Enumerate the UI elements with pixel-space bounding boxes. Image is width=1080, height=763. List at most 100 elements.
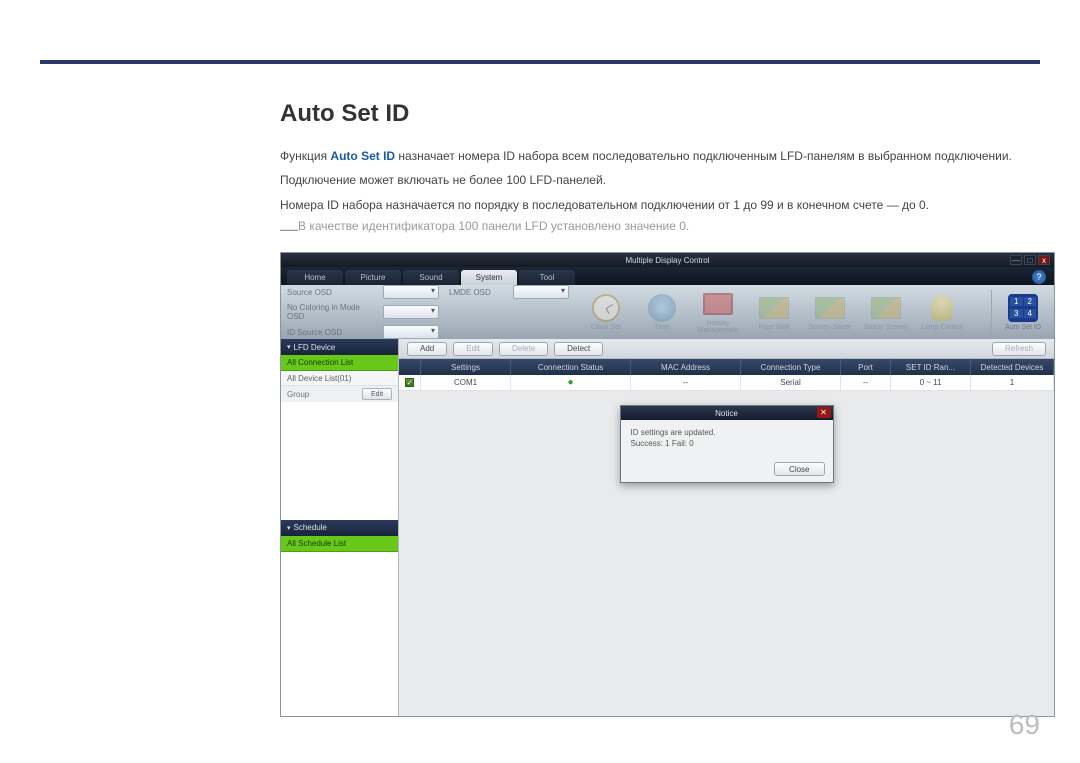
lamp-icon [931,295,953,321]
sidebar-all-device[interactable]: All Device List(01) [281,371,398,386]
action-button-row: Add Edit Delete Detect Refresh [399,339,1054,359]
row-mac: -- [631,375,741,390]
source-osd-select[interactable] [383,285,439,299]
sidebar-schedule-header[interactable]: Schedule [281,520,398,536]
dialog-line1: ID settings are updated. [631,428,823,438]
tool-lamp-label: Lamp Control [921,324,963,331]
dialog-footer: Close [774,462,824,476]
tool-time-label: Time [654,324,669,331]
lmde-osd-select[interactable] [513,285,569,299]
sidebar-fill [281,402,398,520]
dialog-title: Notice [715,409,738,418]
tool-holiday[interactable]: Holiday Management [693,290,743,334]
toolbar-divider [991,290,992,334]
row-checkbox[interactable]: ✓ [405,378,414,387]
globe-icon [648,294,676,322]
sidebar-all-connection[interactable]: All Connection List [281,355,398,371]
no-coloring-label: No Coloring in Mode OSD [287,303,379,321]
page-number: 69 [1009,709,1040,741]
tool-pixel-shift[interactable]: Pixel Shift [749,294,799,331]
auto-set-id-icon: 1234 [1008,294,1038,322]
tool-clock-label: Clock Set [591,324,621,331]
page-top-rule [40,60,1040,64]
col-detected-devices: Detected Devices [971,359,1054,375]
row-detected: 1 [971,375,1054,390]
description-paragraph-3: Номера ID набора назначается по порядку … [280,195,1040,215]
tool-icons-group: Clock Set Time Holiday Management Pixel … [581,290,985,334]
para1-prefix: Функция [280,149,330,163]
tool-screen-saver[interactable]: Screen Saver [805,294,855,331]
minimize-button[interactable]: — [1010,255,1022,265]
tab-system[interactable]: System [461,270,517,285]
para1-suffix: назначает номера ID набора всем последов… [395,149,1012,163]
app-window: Multiple Display Control — □ x Home Pict… [280,252,1055,717]
tool-lamp-control[interactable]: Lamp Control [917,294,967,331]
add-button[interactable]: Add [407,342,447,356]
app-titlebar: Multiple Display Control — □ x [281,253,1054,267]
row-settings: COM1 [421,375,511,390]
col-port: Port [841,359,891,375]
dialog-close-icon[interactable]: ✕ [817,407,831,418]
row-type: Serial [741,375,841,390]
row-range: 0 ~ 11 [891,375,971,390]
id-source-osd-label: ID Source OSD [287,328,379,337]
table-pane: Notice ✕ ID settings are updated. Succes… [399,391,1054,716]
footnote-text: В качестве идентификатора 100 панели LFD… [298,219,689,233]
sidebar-edit-button[interactable]: Edit [362,388,392,400]
window-controls: — □ x [1010,255,1050,265]
dialog-close-button[interactable]: Close [774,462,824,476]
footnote: ―В качестве идентификатора 100 панели LF… [280,219,1040,240]
col-connection-status: Connection Status [511,359,631,375]
main-panel: Add Edit Delete Detect Refresh Settings … [399,339,1054,716]
dialog-body: ID settings are updated. Success: 1 Fail… [621,420,833,457]
image-icon [759,297,789,319]
col-settings: Settings [421,359,511,375]
sidebar-all-schedule[interactable]: All Schedule List [281,536,398,552]
tool-safety-screen[interactable]: Safety Screen [861,294,911,331]
tab-tool[interactable]: Tool [519,270,575,285]
col-checkbox [399,359,421,375]
status-dot-icon: ● [567,377,573,388]
sidebar: LFD Device All Connection List All Devic… [281,339,399,716]
delete-button[interactable]: Delete [499,342,548,356]
id-source-osd-select[interactable] [383,325,439,339]
dialog-line2: Success: 1 Fail: 0 [631,439,823,449]
col-setid-range: SET ID Ran... [891,359,971,375]
col-connection-type: Connection Type [741,359,841,375]
no-coloring-select[interactable] [383,305,439,319]
tool-holiday-label: Holiday Management [693,320,743,334]
sidebar-fill-2 [281,552,398,717]
tool-pixel-label: Pixel Shift [758,324,789,331]
sidebar-lfd-header[interactable]: LFD Device [281,339,398,355]
tool-clock-set[interactable]: Clock Set [581,294,631,331]
tool-time[interactable]: Time [637,294,687,331]
edit-button[interactable]: Edit [453,342,493,356]
tab-sound[interactable]: Sound [403,270,459,285]
ribbon-toolbar: Source OSD LMDE OSD No Coloring in Mode … [281,285,1054,339]
main-tabs: Home Picture Sound System Tool [281,267,1054,285]
table-row[interactable]: ✓ COM1 ● -- Serial -- 0 ~ 11 1 [399,375,1054,391]
maximize-button[interactable]: □ [1024,255,1036,265]
row-connection-status: ● [511,375,631,390]
app-body: LFD Device All Connection List All Devic… [281,339,1054,716]
row-port: -- [841,375,891,390]
app-title: Multiple Display Control [625,256,709,265]
osd-settings-group: Source OSD LMDE OSD No Coloring in Mode … [287,285,569,339]
para1-highlight: Auto Set ID [330,149,395,163]
tab-home[interactable]: Home [287,270,343,285]
tool-saver-label: Screen Saver [809,324,851,331]
section-heading: Auto Set ID [280,100,1040,128]
source-osd-label: Source OSD [287,288,379,297]
refresh-button[interactable]: Refresh [992,342,1046,356]
tab-picture[interactable]: Picture [345,270,401,285]
tool-auto-set-id[interactable]: 1234 Auto Set ID [998,294,1048,331]
dialog-titlebar: Notice ✕ [621,406,833,420]
monitor-icon [703,293,733,315]
page-content: Auto Set ID Функция Auto Set ID назначае… [280,100,1040,717]
row-checkbox-cell: ✓ [399,375,421,390]
footnote-dash-icon: ― [280,219,298,240]
detect-button[interactable]: Detect [554,342,603,356]
notice-dialog: Notice ✕ ID settings are updated. Succes… [620,405,834,483]
close-button[interactable]: x [1038,255,1050,265]
clock-icon [592,294,620,322]
